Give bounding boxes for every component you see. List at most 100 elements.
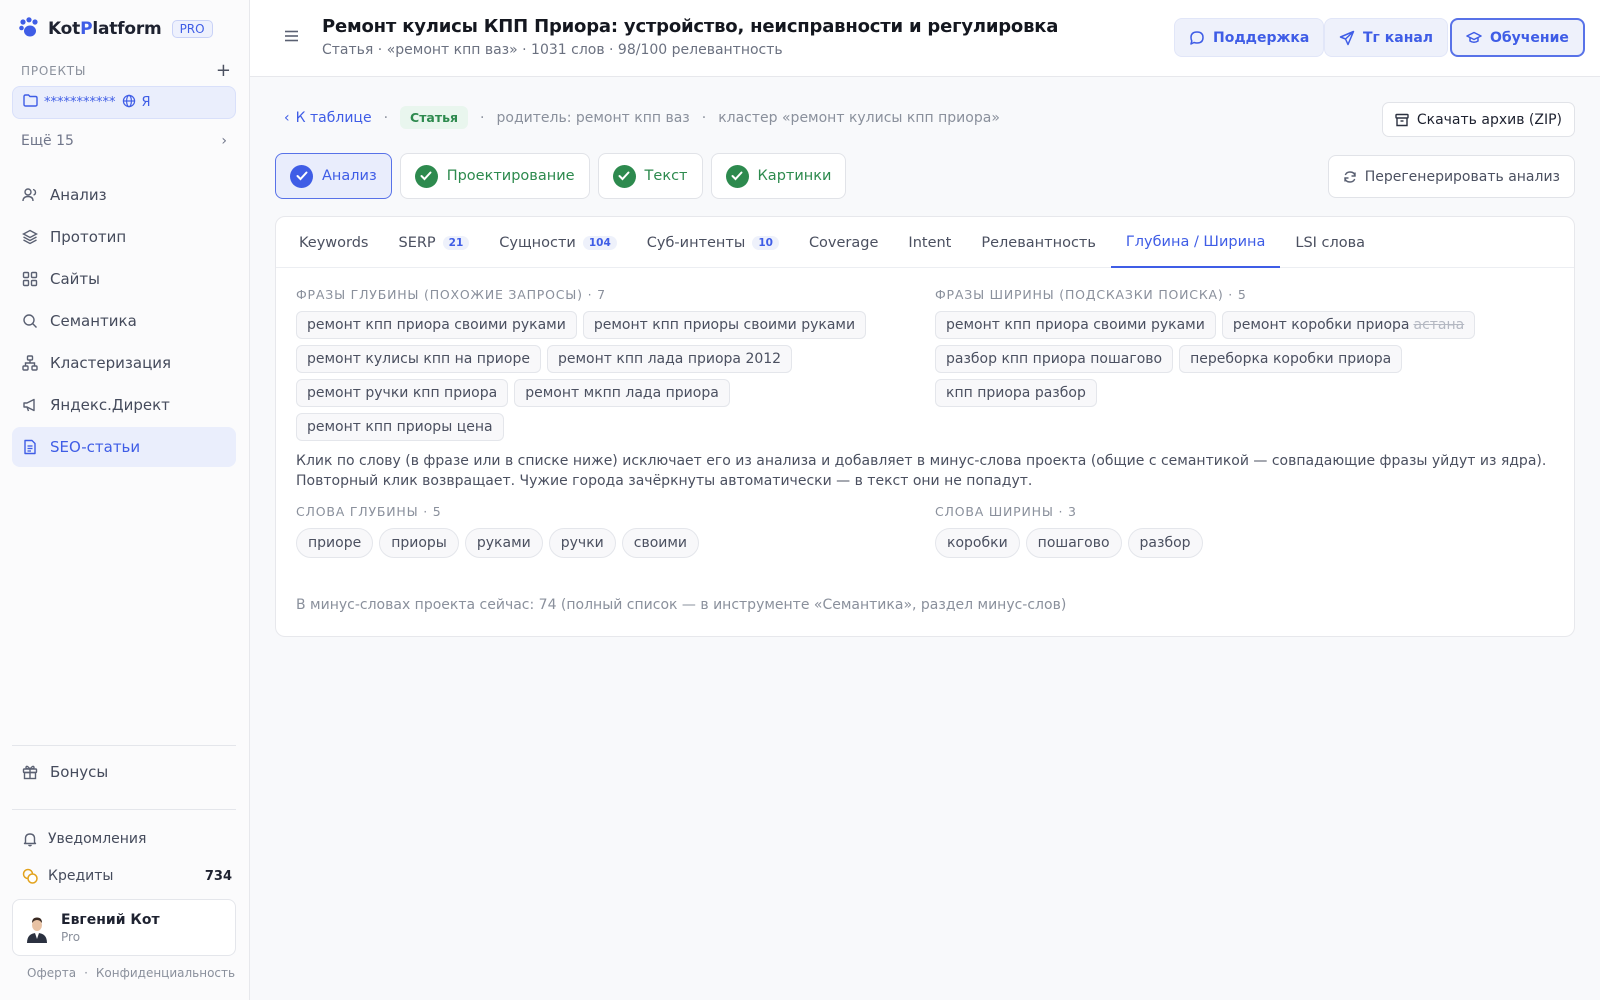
yandex-mark: Я [141, 95, 151, 110]
download-archive-button[interactable]: Скачать архив (ZIP) [1381, 102, 1575, 137]
tab-coverage[interactable]: Coverage [794, 217, 893, 268]
bonus-item[interactable]: Бонусы [12, 752, 236, 792]
tab-label: Глубина / Ширина [1125, 233, 1266, 250]
page-title: Ремонт кулисы КПП Приора: устройство, не… [322, 16, 1059, 37]
step-text[interactable]: Текст [597, 153, 703, 199]
more-projects[interactable]: Ещё 15 › [21, 133, 227, 149]
graduation-cap-icon [1466, 31, 1482, 43]
back-label: К таблице [295, 109, 372, 126]
document-icon [24, 439, 36, 455]
tab-subintents[interactable]: Суб-интенты 10 [632, 217, 794, 268]
layers-icon [22, 229, 38, 245]
notifications-label: Уведомления [48, 831, 147, 847]
step-analysis[interactable]: Анализ [275, 153, 392, 199]
nav-item-analysis[interactable]: Анализ [12, 175, 236, 215]
phrase-chip[interactable]: ремонт кпп приоры цена [296, 413, 504, 441]
megaphone-icon [23, 398, 35, 412]
tab-intent[interactable]: Intent [893, 217, 966, 268]
telegram-label: Тг канал [1363, 29, 1434, 46]
phrase-chip[interactable]: кпп приора разбор [935, 379, 1097, 407]
word-chip[interactable]: разбор [1127, 528, 1203, 558]
menu-icon[interactable] [284, 30, 299, 46]
step-design[interactable]: Проектирование [399, 153, 590, 199]
project-item[interactable]: *********** Я [12, 86, 236, 119]
nav-label: Семантика [50, 312, 137, 330]
tab-label: Intent [908, 234, 952, 251]
footer-links: Оферта · Конфиденциальность [27, 966, 235, 980]
project-name: *********** [44, 95, 116, 110]
chevron-left-icon: ‹ [284, 109, 290, 126]
width-words-section: СЛОВА ШИРИНЫ · 3 коробки пошагово разбор [935, 504, 1545, 558]
nav-item-direct[interactable]: Яндекс.Директ [12, 385, 236, 425]
brand[interactable]: KotPlatform PRO [18, 16, 213, 42]
back-to-table-link[interactable]: ‹ К таблице [284, 110, 372, 126]
width-phrases-section: ФРАЗЫ ШИРИНЫ (ПОДСКАЗКИ ПОИСКА) · 5 ремо… [935, 287, 1545, 407]
tab-label: Keywords [299, 234, 369, 251]
projects-caption: ПРОЕКТЫ [21, 64, 87, 78]
privacy-link[interactable]: Конфиденциальность [96, 966, 235, 980]
credits-item[interactable]: Кредиты 734 [22, 868, 232, 884]
tab-entities[interactable]: Сущности 104 [484, 217, 631, 268]
chat-bubble-icon [1190, 30, 1204, 45]
regenerate-analysis-button[interactable]: Перегенерировать анализ [1327, 155, 1575, 198]
credits-value: 734 [204, 868, 232, 884]
folder-icon [23, 94, 38, 111]
word-chip[interactable]: приоры [379, 528, 459, 558]
phrase-chip[interactable]: ремонт коробки приора астана [1221, 311, 1476, 339]
phrase-chip[interactable]: ремонт кпп приора своими руками [296, 311, 577, 339]
main-nav: Анализ Прототип Сайты Семантика Кластери… [12, 175, 236, 469]
step-label: Анализ [322, 168, 377, 184]
tab-serp[interactable]: SERP 21 [383, 217, 484, 268]
phrase-chip[interactable]: ремонт мкпп лада приора [514, 379, 730, 407]
phrase-chip[interactable]: ремонт кулисы кпп на приоре [296, 345, 541, 373]
add-project-icon[interactable]: + [216, 62, 231, 80]
word-chip[interactable]: руками [464, 528, 543, 558]
phrase-chip[interactable]: переборка коробки приора [1179, 345, 1403, 373]
tab-relevance[interactable]: Релевантность [966, 217, 1111, 268]
word-chip[interactable]: коробки [935, 528, 1020, 558]
tab-depth-width[interactable]: Глубина / Ширина [1110, 217, 1281, 268]
analysis-card: Keywords SERP 21 Сущности 104 Суб-интенты 1… [275, 216, 1575, 637]
paw-logo-icon [18, 16, 40, 42]
telegram-button[interactable]: Тг канал [1324, 18, 1449, 57]
tab-lsi[interactable]: LSI слова [1280, 217, 1380, 268]
step-label: Проектирование [446, 168, 575, 184]
depth-words-list: приоре приоры руками ручки своими [296, 528, 906, 558]
nav-item-clustering[interactable]: Кластеризация [12, 343, 236, 383]
step-label: Картинки [757, 168, 832, 184]
nav-item-sites[interactable]: Сайты [12, 259, 236, 299]
step-label: Текст [644, 168, 688, 184]
width-words-caption: СЛОВА ШИРИНЫ · 3 [935, 504, 1077, 519]
phrase-chip[interactable]: ремонт кпп лада приора 2012 [546, 345, 793, 373]
support-button[interactable]: Поддержка [1174, 18, 1325, 57]
notifications-item[interactable]: Уведомления [22, 831, 232, 847]
word-chip[interactable]: пошагово [1025, 528, 1122, 558]
user-card[interactable]: Евгений Кот Pro [12, 899, 236, 956]
width-phrases-caption: ФРАЗЫ ШИРИНЫ (ПОДСКАЗКИ ПОИСКА) · 5 [935, 287, 1247, 302]
bonus-label: Бонусы [50, 763, 109, 781]
nav-item-prototype[interactable]: Прототип [12, 217, 236, 257]
tab-label: Релевантность [981, 234, 1096, 251]
step-images[interactable]: Картинки [710, 153, 847, 199]
offer-link[interactable]: Оферта [27, 966, 76, 980]
tab-keywords[interactable]: Keywords [284, 217, 383, 268]
gift-icon [22, 765, 38, 780]
nav-item-semantics[interactable]: Семантика [12, 301, 236, 341]
depth-words-section: СЛОВА ГЛУБИНЫ · 5 приоре приоры руками р… [296, 504, 906, 558]
tab-label: LSI слова [1295, 234, 1366, 251]
tab-label: Суб-интенты [646, 234, 746, 251]
cluster-icon [22, 355, 38, 371]
word-chip[interactable]: ручки [548, 528, 616, 558]
width-words-list: коробки пошагово разбор [935, 528, 1545, 558]
phrase-chip[interactable]: ремонт кпп приора своими руками [935, 311, 1216, 339]
nav-item-seo-articles[interactable]: SEO-статьи [12, 427, 236, 467]
chevron-right-icon: › [221, 133, 227, 149]
phrase-chip[interactable]: ремонт ручки кпп приора [296, 379, 509, 407]
word-chip[interactable]: своими [621, 528, 700, 558]
check-icon [612, 164, 636, 188]
depth-phrases-list: ремонт кпп приора своими руками ремонт к… [296, 311, 906, 441]
word-chip[interactable]: приоре [296, 528, 374, 558]
phrase-chip[interactable]: разбор кпп приора пошагово [935, 345, 1174, 373]
phrase-chip[interactable]: ремонт кпп приоры своими руками [582, 311, 867, 339]
learning-button[interactable]: Обучение [1450, 18, 1585, 57]
